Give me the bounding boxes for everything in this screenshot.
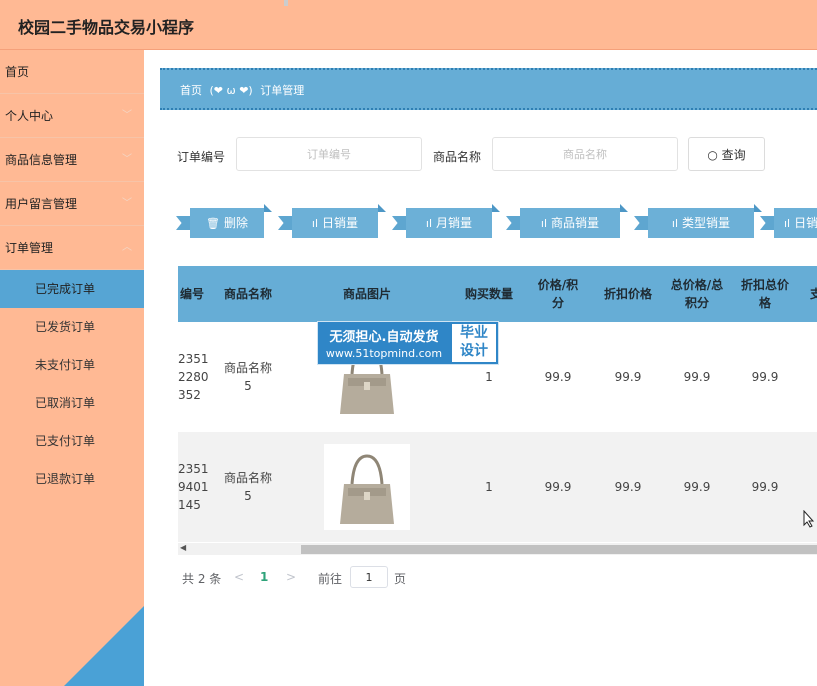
sidebar-item-product-info[interactable]: 商品信息管理 ﹀ <box>0 138 144 182</box>
cell-price-points: 99.9 <box>544 480 572 494</box>
order-number-input[interactable] <box>236 137 422 171</box>
bar-chart-icon: ıl <box>311 217 319 230</box>
sidebar-subitem-unpaid-orders[interactable]: 未支付订单 <box>0 346 144 384</box>
breadcrumb-home[interactable]: 首页 <box>180 84 202 97</box>
cell-discount-price: 99.9 <box>614 480 642 494</box>
breadcrumb-separator: (❤ ω ❤) <box>209 84 253 97</box>
table-header: 编号 商品名称 商品图片 购买数量 价格/积分 折扣价格 总价格/总积分 折扣总… <box>178 266 817 322</box>
sidebar-subitem-cancelled-orders[interactable]: 已取消订单 <box>0 384 144 422</box>
header-discount-price: 折扣价格 <box>603 287 652 301</box>
cell-discount-total: 99.9 <box>751 480 779 494</box>
sidebar-item-label: 订单管理 <box>5 241 54 255</box>
cell-product-name: 商品名称 5 <box>223 471 272 503</box>
sidebar-item-label: 用户留言管理 <box>5 197 78 211</box>
breadcrumb-bar: 首页 (❤ ω ❤) 订单管理 <box>160 68 817 110</box>
main-content: 首页 (❤ ω ❤) 订单管理 订单编号 商品名称 ○ 查询 🗑删除 ıl日销量… <box>144 50 817 686</box>
cell-quantity: 1 <box>485 480 493 494</box>
goto-page-input[interactable] <box>350 566 388 588</box>
daily-sales-button-2[interactable]: ıl 日销 <box>774 208 817 238</box>
cell-total-price: 99.9 <box>683 480 711 494</box>
horizontal-scrollbar[interactable]: ◀ <box>178 543 817 555</box>
header-order-no: 编号 <box>179 287 204 301</box>
breadcrumb: 首页 (❤ ω ❤) 订单管理 <box>180 82 304 98</box>
cell-product-name: 商品名称 5 <box>223 361 272 393</box>
sidebar-subitem-refunded-orders[interactable]: 已退款订单 <box>0 460 144 498</box>
cell-product-image <box>324 432 410 542</box>
sidebar-item-home[interactable]: 首页 <box>0 50 144 94</box>
cell-order-no: 2351 9401 145 <box>178 462 209 512</box>
next-page-button[interactable]: > <box>286 570 296 584</box>
trash-icon: 🗑 <box>206 217 220 230</box>
header-price-points: 价格/积分 <box>537 278 579 310</box>
breadcrumb-current: 订单管理 <box>260 84 305 97</box>
orders-table: 编号 商品名称 商品图片 购买数量 价格/积分 折扣价格 总价格/总积分 折扣总… <box>178 266 817 560</box>
product-name-label: 商品名称 <box>433 150 482 164</box>
sidebar-item-order-management[interactable]: 订单管理 ︿ <box>0 226 144 270</box>
sidebar: 首页 个人中心 ﹀ 商品信息管理 ﹀ 用户留言管理 ﹀ 订单管理 ︿ 已完成订单… <box>0 50 144 686</box>
app-title: 校园二手物品交易小程序 <box>18 18 195 37</box>
watermark-badge: 无须担心.自动发货 www.51topmind.com 毕业 设计 <box>317 321 499 365</box>
monthly-sales-button[interactable]: ıl 月销量 <box>406 208 492 238</box>
scroll-left-icon[interactable]: ◀ <box>180 543 186 552</box>
header-more: 支 <box>809 287 817 301</box>
bar-chart-icon: ıl <box>425 217 433 230</box>
sidebar-decoration <box>64 606 144 686</box>
product-name-input[interactable] <box>492 137 678 171</box>
order-number-label: 订单编号 <box>177 150 226 164</box>
cell-total-price: 99.9 <box>683 370 711 384</box>
goto-label: 前往 <box>318 572 343 586</box>
chevron-down-icon: ﹀ <box>122 154 132 165</box>
sidebar-subitem-shipped-orders[interactable]: 已发货订单 <box>0 308 144 346</box>
bar-chart-icon: ıl <box>671 217 679 230</box>
daily-sales-button[interactable]: ıl 日销量 <box>292 208 378 238</box>
bar-chart-icon: ıl <box>784 217 791 230</box>
delete-button[interactable]: 🗑 删除 <box>190 208 264 238</box>
header-discount-total: 折扣总价格 <box>740 278 789 310</box>
watermark-badge-label: 毕业 设计 <box>452 324 496 362</box>
sidebar-subitem-paid-orders[interactable]: 已支付订单 <box>0 422 144 460</box>
watermark-url: www.51topmind.com <box>325 347 443 360</box>
header-product-image: 商品图片 <box>342 287 391 301</box>
scrollbar-thumb[interactable] <box>301 545 817 554</box>
page-number-current[interactable]: 1 <box>260 570 268 584</box>
chevron-down-icon: ﹀ <box>122 110 132 121</box>
mouse-cursor-icon <box>803 509 815 531</box>
header-total-price: 总价格/总积分 <box>670 278 724 310</box>
type-sales-button[interactable]: ıl 类型销量 <box>648 208 754 238</box>
header-product-name: 商品名称 <box>223 287 272 301</box>
chevron-up-icon: ︿ <box>122 242 132 253</box>
product-sales-button[interactable]: ıl 商品销量 <box>520 208 620 238</box>
sidebar-item-personal-center[interactable]: 个人中心 ﹀ <box>0 94 144 138</box>
header-quantity: 购买数量 <box>464 287 513 301</box>
prev-page-button[interactable]: < <box>234 570 244 584</box>
page-suffix: 页 <box>394 572 407 586</box>
chevron-down-icon: ﹀ <box>122 198 132 209</box>
cell-price-points: 99.9 <box>544 370 572 384</box>
handbag-image <box>324 444 410 530</box>
sidebar-item-user-messages[interactable]: 用户留言管理 ﹀ <box>0 182 144 226</box>
search-icon: ○ <box>707 147 718 162</box>
sidebar-item-label: 个人中心 <box>5 109 54 123</box>
pagination-total: 共 2 条 <box>182 572 222 586</box>
table-row[interactable]: 2351 9401 145 商品名称 5 1 99.9 99.9 99.9 99… <box>178 432 817 542</box>
sidebar-item-label: 商品信息管理 <box>5 153 78 167</box>
app-header: 校园二手物品交易小程序 <box>0 0 817 50</box>
bar-chart-icon: ıl <box>540 217 548 230</box>
header-divider <box>284 0 288 6</box>
watermark-line1: 无须担心.自动发货 <box>329 330 439 345</box>
cell-discount-price: 99.9 <box>614 370 642 384</box>
cell-discount-total: 99.9 <box>751 370 779 384</box>
search-button[interactable]: ○ 查询 <box>688 137 765 171</box>
search-button-label: 查询 <box>721 147 746 162</box>
cell-order-no: 2351 2280 352 <box>178 352 209 402</box>
sidebar-item-label: 首页 <box>5 65 30 79</box>
sidebar-subitem-completed-orders[interactable]: 已完成订单 <box>0 270 144 308</box>
action-toolbar: 🗑 删除 ıl 日销量 ıl 月销量 ıl 商品销量 ıl 类型销量 ıl 日销 <box>190 208 817 238</box>
